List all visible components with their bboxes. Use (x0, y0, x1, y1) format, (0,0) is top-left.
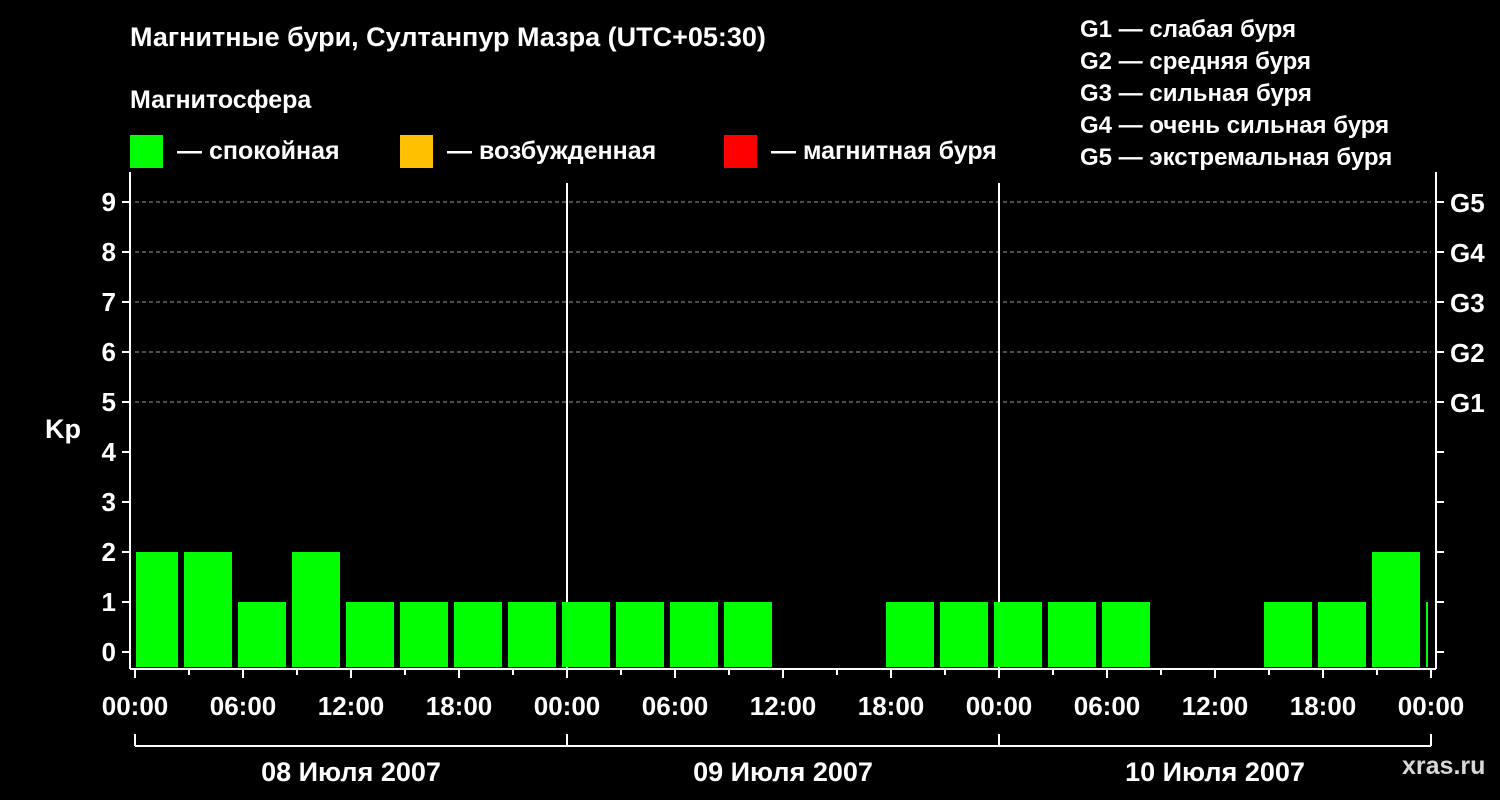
y-tick-label: 7 (102, 287, 116, 317)
y-axis-label: Kp (45, 414, 81, 444)
x-tick-label: 00:00 (534, 691, 601, 721)
x-tick-label: 06:00 (210, 691, 277, 721)
kp-bar (562, 602, 610, 667)
kp-bar (238, 602, 286, 667)
y-tick-label: 9 (102, 187, 116, 217)
y-tick-label: 2 (102, 537, 116, 567)
x-tick-label: 12:00 (318, 691, 385, 721)
day-label: 09 Июля 2007 (693, 757, 873, 787)
kp-bar (184, 552, 232, 667)
x-tick-label: 18:00 (1290, 691, 1357, 721)
x-tick-label: 12:00 (750, 691, 817, 721)
watermark: xras.ru (1402, 752, 1486, 780)
kp-bar (1426, 602, 1428, 667)
kp-bar (292, 552, 340, 667)
g-scale-label: G4 (1450, 238, 1485, 268)
g-scale-label: G1 (1450, 388, 1485, 418)
kp-bar (616, 602, 664, 667)
kp-bar (346, 602, 394, 667)
y-tick-label: 5 (102, 387, 116, 417)
g-scale-label: G2 (1450, 338, 1485, 368)
kp-bar (994, 602, 1042, 667)
kp-bar (1264, 602, 1312, 667)
g-scale-label: G3 (1450, 288, 1485, 318)
kp-bar (670, 602, 718, 667)
y-tick-label: 6 (102, 337, 116, 367)
x-tick-label: 00:00 (1398, 691, 1465, 721)
kp-bar (1102, 602, 1150, 667)
x-tick-label: 06:00 (1074, 691, 1141, 721)
y-tick-label: 8 (102, 237, 116, 267)
day-label: 08 Июля 2007 (261, 757, 441, 787)
kp-bar (724, 602, 772, 667)
x-tick-label: 12:00 (1182, 691, 1249, 721)
kp-bar (400, 602, 448, 667)
x-tick-label: 00:00 (966, 691, 1033, 721)
y-tick-label: 4 (102, 437, 117, 467)
x-tick-label: 18:00 (858, 691, 925, 721)
x-tick-label: 06:00 (642, 691, 709, 721)
kp-bar (454, 602, 502, 667)
kp-bar (1318, 602, 1366, 667)
kp-bar (136, 552, 178, 667)
kp-bar (508, 602, 556, 667)
kp-chart: 0 1 2 3 4 5 6 7 8 9 Kp G1 G2 G3 G4 G5 00:00 06:00 12:00 18:… (45, 172, 1485, 787)
kp-bar (1048, 602, 1096, 667)
kp-bar (886, 602, 934, 667)
g-scale-label: G5 (1450, 188, 1485, 218)
y-tick-label: 0 (102, 637, 116, 667)
kp-bar (940, 602, 988, 667)
x-tick-label: 00:00 (102, 691, 169, 721)
x-tick-label: 18:00 (426, 691, 493, 721)
kp-bar (1372, 552, 1420, 667)
y-tick-label: 3 (102, 487, 116, 517)
day-label: 10 Июля 2007 (1125, 757, 1305, 787)
y-tick-label: 1 (102, 587, 116, 617)
